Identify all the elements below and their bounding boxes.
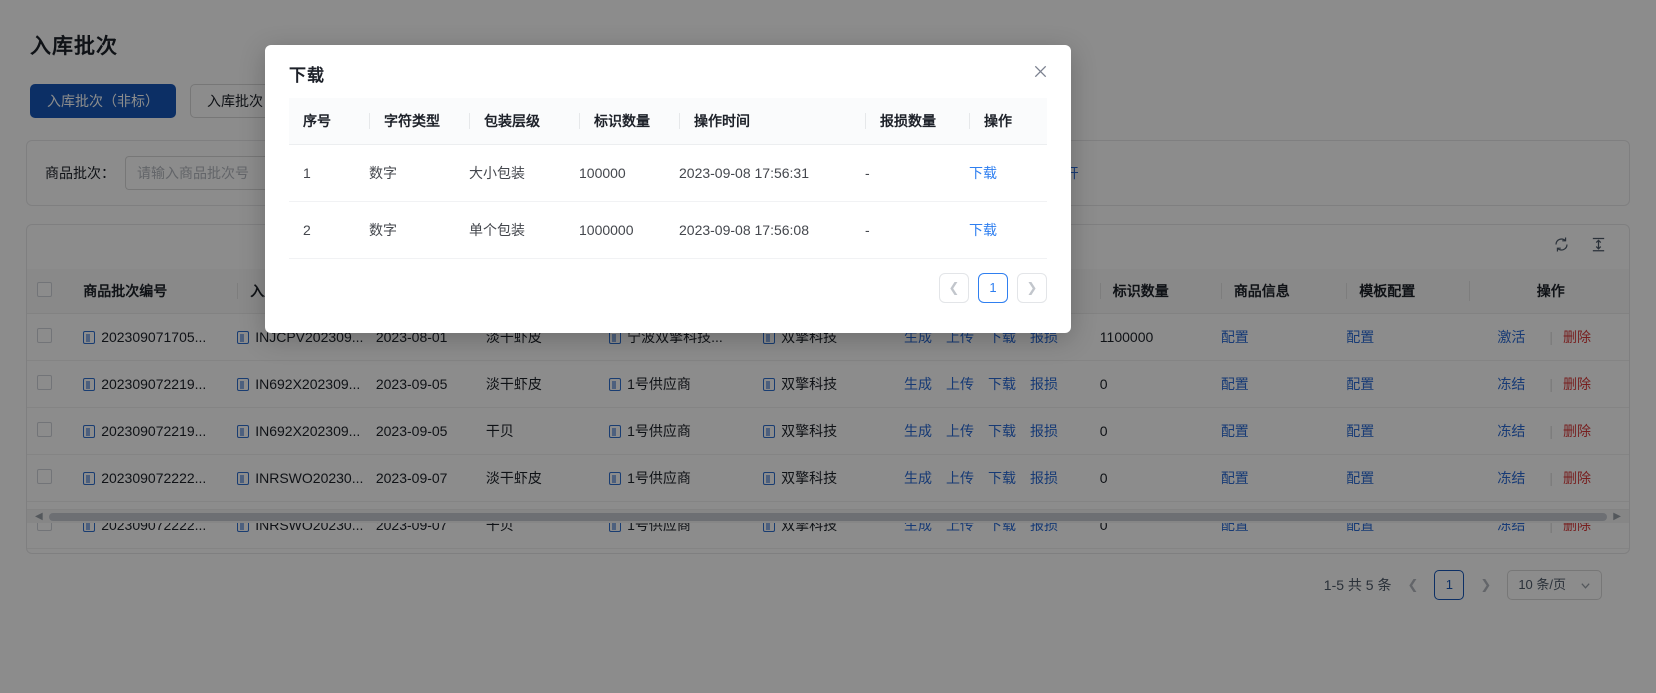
cell-operation: 下载 xyxy=(955,201,1047,259)
close-icon[interactable] xyxy=(1032,63,1049,84)
col-operation: 操作 xyxy=(955,98,1047,145)
cell-pack-level: 大小包装 xyxy=(455,144,565,202)
cell-char-type: 数字 xyxy=(355,201,455,259)
cell-damage-qty: - xyxy=(851,144,955,202)
col-operation-time: 操作时间 xyxy=(665,98,851,145)
col-char-type: 字符类型 xyxy=(355,98,455,145)
cell-operation: 下载 xyxy=(955,144,1047,202)
dialog-title: 下载 xyxy=(289,66,325,85)
col-pack-level: 包装层级 xyxy=(455,98,565,145)
cell-identifier-qty: 100000 xyxy=(565,144,665,202)
download-link[interactable]: 下载 xyxy=(969,165,997,181)
cell-index: 1 xyxy=(289,144,355,202)
download-table-row: 2 数字 单个包装 1000000 2023-09-08 17:56:08- 下载 xyxy=(289,201,1047,259)
dialog-header: 下载 xyxy=(265,45,1071,98)
dialog-body: 序号 字符类型 包装层级 标识数量 操作时间 报损数量 操作 1 数字 大小包装 10… xyxy=(265,98,1071,259)
col-index: 序号 xyxy=(289,98,355,145)
dialog-pagination: ❮ 1 ❯ xyxy=(265,259,1071,303)
col-identifier-qty: 标识数量 xyxy=(565,98,665,145)
download-table: 序号 字符类型 包装层级 标识数量 操作时间 报损数量 操作 1 数字 大小包装 10… xyxy=(289,98,1047,259)
dialog-next-page-button[interactable]: ❯ xyxy=(1017,273,1047,303)
download-link[interactable]: 下载 xyxy=(969,222,997,238)
dialog-prev-page-button[interactable]: ❮ xyxy=(939,273,969,303)
download-table-header-row: 序号 字符类型 包装层级 标识数量 操作时间 报损数量 操作 xyxy=(289,98,1047,145)
dialog-page-1[interactable]: 1 xyxy=(978,273,1008,303)
cell-pack-level: 单个包装 xyxy=(455,201,565,259)
download-table-row: 1 数字 大小包装 100000 2023-09-08 17:56:31- 下载 xyxy=(289,144,1047,202)
col-damage-qty: 报损数量 xyxy=(851,98,955,145)
download-dialog: 下载 序号 字符类型 包装层级 标识数量 操作时间 报损数量 操作 1 数字 大… xyxy=(265,45,1071,333)
cell-operation-time: 2023-09-08 17:56:31 xyxy=(665,144,851,202)
cell-index: 2 xyxy=(289,201,355,259)
cell-operation-time: 2023-09-08 17:56:08 xyxy=(665,201,851,259)
cell-damage-qty: - xyxy=(851,201,955,259)
cell-identifier-qty: 1000000 xyxy=(565,201,665,259)
cell-char-type: 数字 xyxy=(355,144,455,202)
